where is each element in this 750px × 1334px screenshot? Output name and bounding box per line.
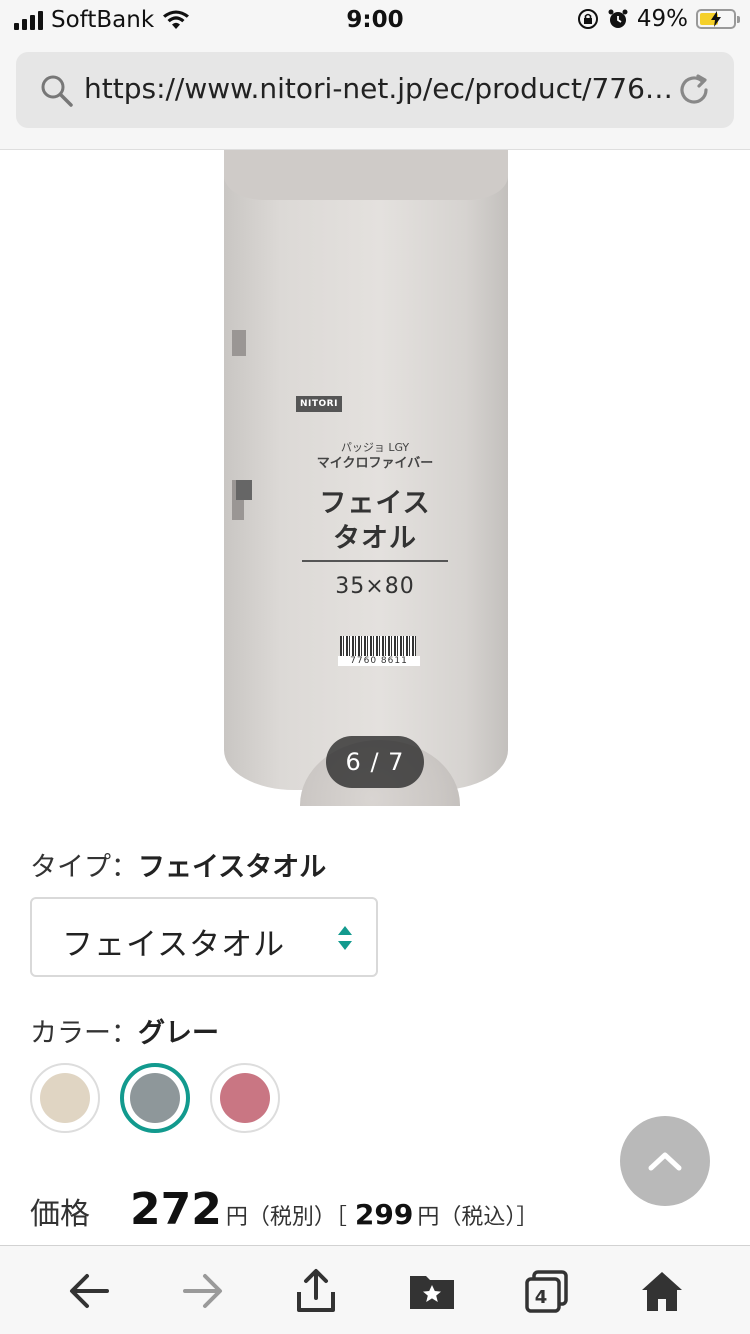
home-icon (642, 1272, 682, 1311)
home-button[interactable] (637, 1266, 687, 1316)
select-arrows-icon (338, 926, 352, 950)
type-label: タイプ： (30, 852, 138, 883)
back-button[interactable] (64, 1266, 114, 1316)
towel-top-shadow (224, 150, 508, 200)
search-icon (41, 75, 73, 107)
tabs-button[interactable]: 4 (522, 1266, 572, 1316)
color-swatch-dot (130, 1073, 180, 1123)
price-label: 価格 (30, 1197, 90, 1232)
color-value: グレー (138, 1018, 219, 1049)
color-label: カラー： (30, 1018, 138, 1049)
share-button[interactable] (291, 1266, 341, 1316)
color-swatches (30, 1063, 280, 1133)
barcode-number: 7760 8611 (338, 656, 420, 666)
package-subtitle-line2: マイクロファイバー (316, 456, 434, 471)
tabs-count: 4 (534, 1286, 548, 1308)
browser-toolbar: 4 (0, 1245, 750, 1334)
color-swatch[interactable] (120, 1063, 190, 1133)
browser-header: https://www.nitori-net.jp/ec/product/776… (0, 40, 750, 150)
package-subtitle: パッジョ LGY マイクロファイバー (300, 440, 450, 472)
package-side-mark (232, 330, 246, 356)
arrow-right-icon (183, 1274, 222, 1308)
color-option-label: カラー：グレー (30, 1011, 219, 1050)
color-swatch[interactable] (30, 1063, 100, 1133)
package-subtitle-line1: パッジョ LGY (340, 441, 410, 454)
package-side-mark (236, 480, 252, 500)
price-excl-tax: 272 (130, 1184, 222, 1235)
type-value: フェイスタオル (138, 852, 327, 883)
status-bar: SoftBank 9:00 49% (0, 0, 750, 40)
package-title-line2: タオル (333, 523, 417, 554)
orientation-lock-icon (577, 9, 598, 29)
product-image-gallery[interactable]: NITORI パッジョ LGY マイクロファイバー フェイス タオル 35×80… (0, 150, 750, 806)
reload-icon[interactable] (676, 72, 712, 108)
alarm-icon (608, 9, 628, 28)
arrow-left-icon (70, 1274, 109, 1308)
address-bar[interactable]: https://www.nitori-net.jp/ec/product/776… (16, 52, 734, 128)
url-text[interactable]: https://www.nitori-net.jp/ec/product/776… (84, 72, 674, 105)
package-size: 35×80 (335, 574, 415, 599)
price-row: 価格 272 円（税別）［ 299 円（税込）］ (30, 1184, 538, 1235)
type-select-value: フェイスタオル (62, 927, 286, 963)
color-swatch-dot (220, 1073, 270, 1123)
price-incl-tax: 299 (354, 1198, 414, 1231)
image-counter: 6 / 7 (326, 736, 424, 788)
type-option-label: タイプ：フェイスタオル (30, 845, 326, 884)
status-right: 49% (577, 6, 740, 32)
package-title: フェイス タオル (300, 486, 450, 556)
share-icon (297, 1269, 335, 1312)
battery-icon (696, 9, 740, 29)
type-select[interactable]: フェイスタオル (30, 897, 378, 977)
color-swatch[interactable] (210, 1063, 280, 1133)
forward-button[interactable] (178, 1266, 228, 1316)
price-excl-unit: 円（税別）［ (225, 1205, 347, 1230)
scroll-to-top-button[interactable] (620, 1116, 710, 1206)
package-divider (302, 560, 448, 562)
chevron-up-icon (648, 1152, 682, 1171)
price-incl-unit: 円（税込）］ (417, 1205, 539, 1230)
brand-logo: NITORI (296, 396, 342, 412)
battery-percent: 49% (636, 6, 688, 32)
bookmarks-button[interactable] (407, 1266, 457, 1316)
color-swatch-dot (40, 1073, 90, 1123)
bookmark-folder-icon (410, 1276, 454, 1309)
package-title-line1: フェイス (319, 488, 431, 519)
